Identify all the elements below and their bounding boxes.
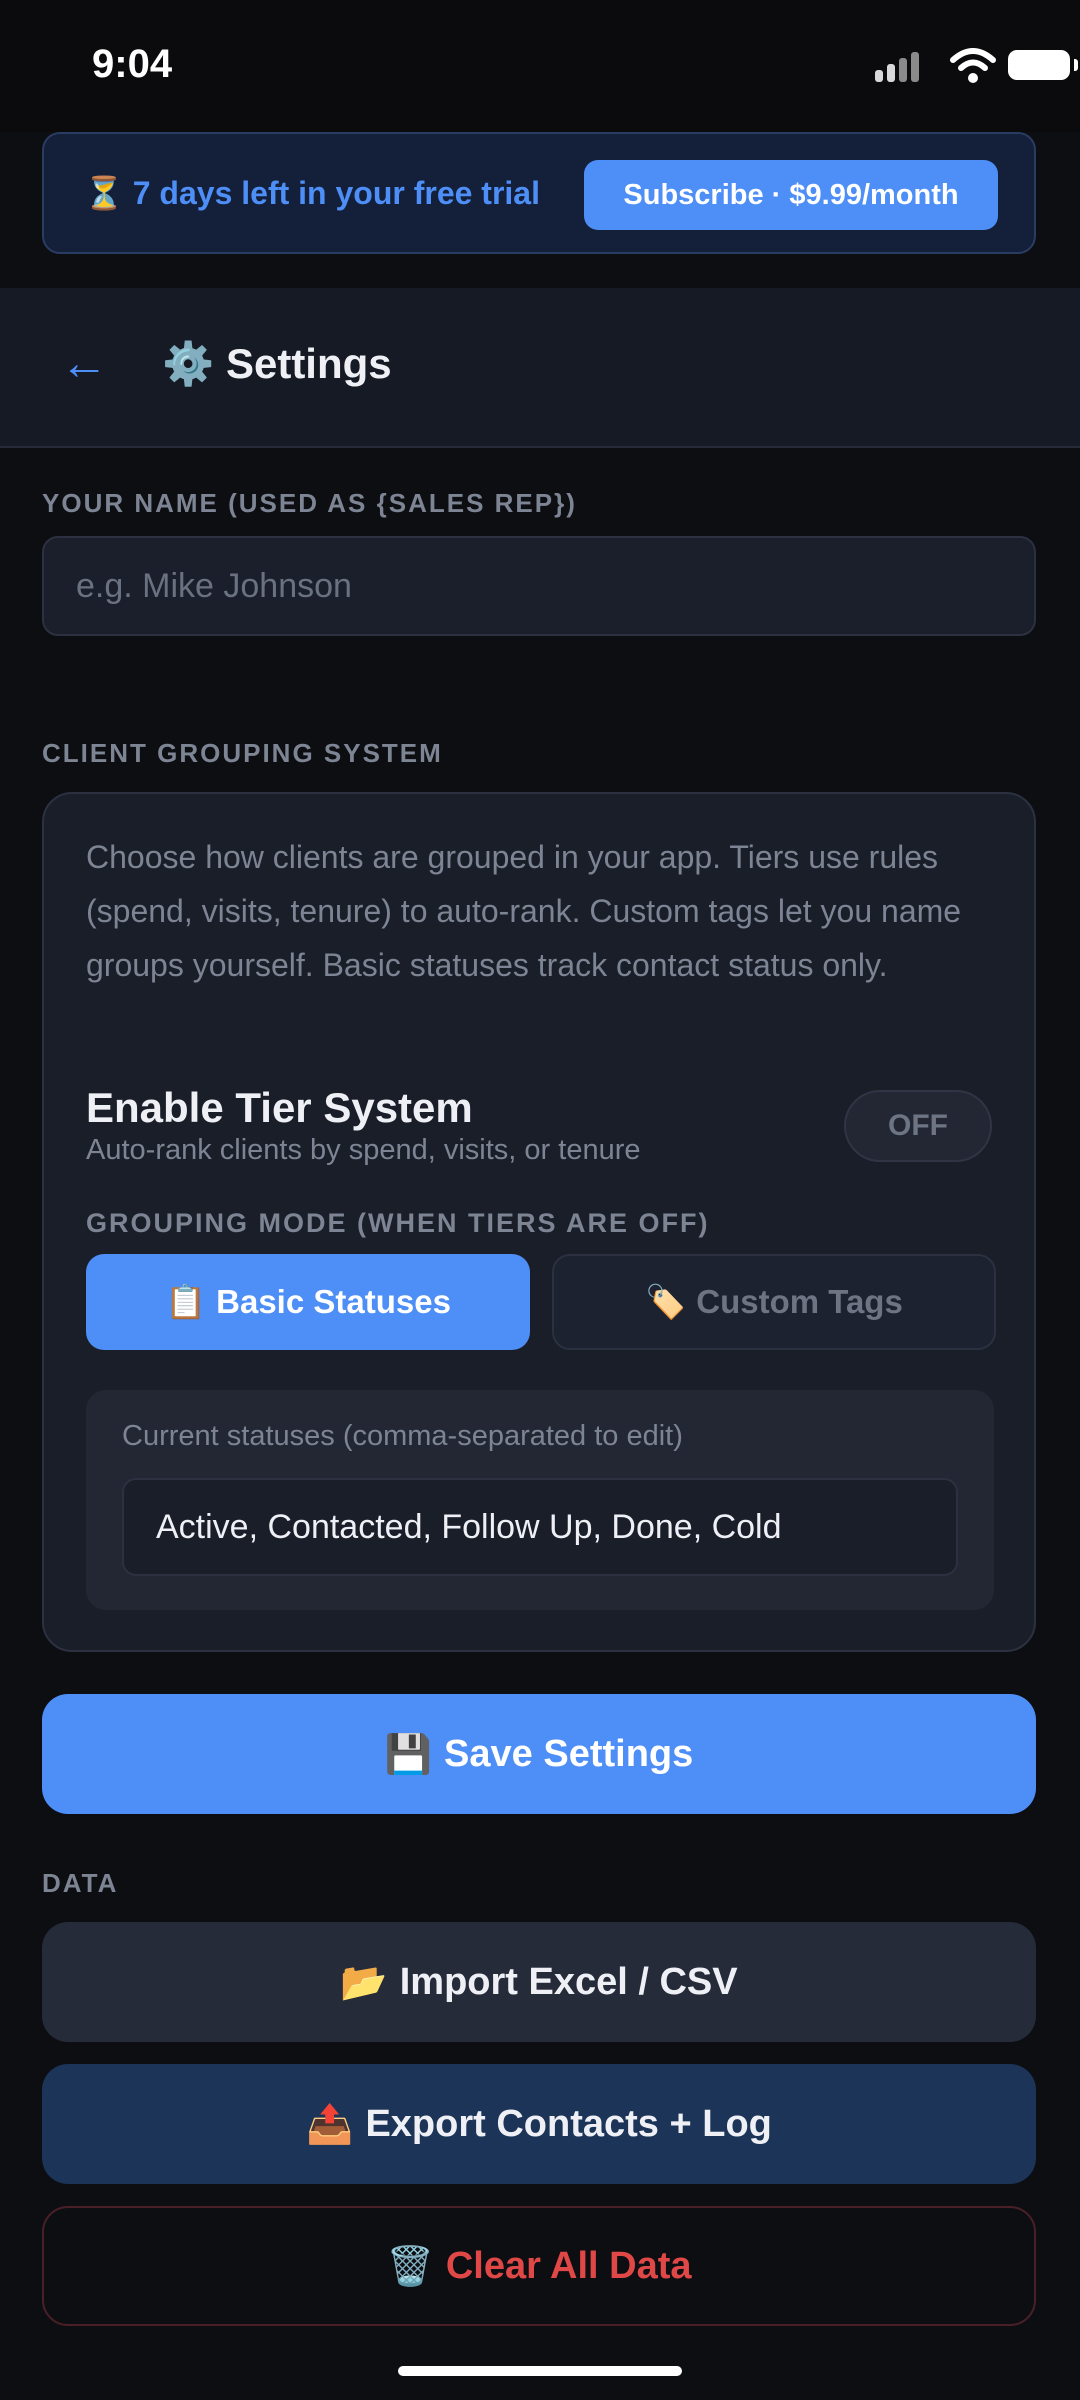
grouping-section-label: CLIENT GROUPING SYSTEM [42,738,443,768]
basic-statuses-label: Basic Statuses [216,1283,451,1320]
floppy-disk-icon: 💾 [384,1731,433,1776]
save-settings-button[interactable]: 💾 Save Settings [42,1694,1036,1814]
tier-system-subtitle: Auto-rank clients by spend, visits, or t… [86,1134,641,1166]
grouping-mode-label: GROUPING MODE (WHEN TIERS ARE OFF) [86,1208,710,1238]
data-section-label: DATA [42,1868,119,1898]
signal-icon [875,46,931,86]
battery-icon [1008,50,1078,80]
grouping-card: Choose how clients are grouped in your a… [42,792,1036,1652]
wifi-icon [950,46,996,86]
page-title: ⚙️ Settings [162,340,392,387]
custom-tags-label: Custom Tags [696,1283,903,1320]
trial-text: ⏳ 7 days left in your free trial [84,175,540,211]
basic-statuses-button[interactable]: 📋 Basic Statuses [86,1254,530,1350]
statuses-input[interactable]: Active, Contacted, Follow Up, Done, Cold [122,1478,958,1576]
status-time: 9:04 [92,42,173,86]
clipboard-icon: 📋 [165,1282,207,1321]
status-bar: 9:04 [0,0,1080,132]
trial-banner: ⏳ 7 days left in your free trial Subscri… [42,132,1036,254]
save-settings-label: Save Settings [444,1732,694,1775]
back-arrow-icon[interactable]: ← [60,336,108,391]
tier-system-title: Enable Tier System [86,1084,473,1131]
subscribe-button[interactable]: Subscribe · $9.99/month [584,160,998,230]
name-label: YOUR NAME (USED AS {SALES REP}) [42,488,577,518]
clear-data-button[interactable]: 🗑️ Clear All Data [42,2206,1036,2326]
statuses-label: Current statuses (comma-separated to edi… [122,1420,683,1452]
statuses-box: Current statuses (comma-separated to edi… [86,1390,994,1610]
custom-tags-button[interactable]: 🏷️ Custom Tags [552,1254,996,1350]
import-label: Import Excel / CSV [399,1960,738,2003]
tier-toggle[interactable]: OFF [844,1090,992,1162]
tag-icon: 🏷️ [645,1282,687,1321]
export-button[interactable]: 📤 Export Contacts + Log [42,2064,1036,2184]
trash-icon: 🗑️ [386,2243,434,2288]
clear-data-label: Clear All Data [445,2244,692,2287]
folder-icon: 📂 [340,1959,388,2004]
outbox-icon: 📤 [306,2101,354,2146]
page-header: ← ⚙️ Settings [0,288,1080,448]
home-indicator[interactable] [398,2366,682,2376]
grouping-description: Choose how clients are grouped in your a… [86,839,962,983]
name-input[interactable] [42,536,1036,636]
import-button[interactable]: 📂 Import Excel / CSV [42,1922,1036,2042]
export-label: Export Contacts + Log [365,2102,772,2145]
